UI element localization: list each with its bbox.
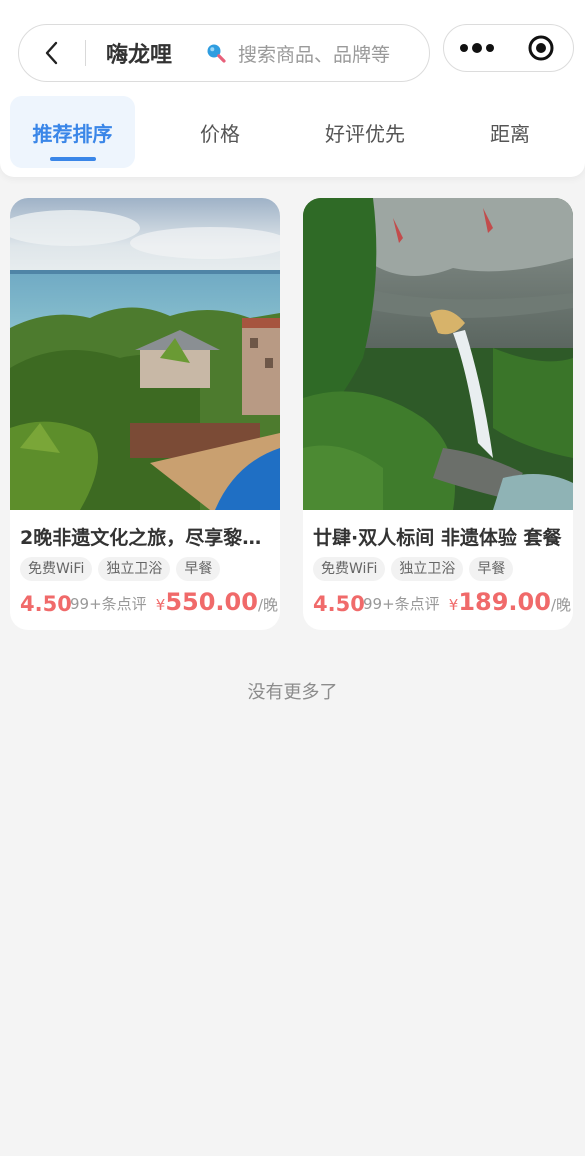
waterfall-photo xyxy=(303,198,573,510)
price-row: 4.50 99+条点评 ¥189.00/晚 xyxy=(313,588,571,618)
review-count: 99+条点评 xyxy=(363,595,440,613)
rating-score: 4.50 xyxy=(313,592,365,616)
tag-bathroom: 独立卫浴 xyxy=(98,557,171,581)
tag-breakfast: 早餐 xyxy=(469,557,514,581)
search-placeholder: 搜索商品、品牌等 xyxy=(238,43,391,66)
tab-distance[interactable]: 距离 xyxy=(450,96,570,168)
more-dots-icon xyxy=(459,44,468,52)
product-image-2[interactable] xyxy=(303,198,573,510)
page: 嗨龙哩 搜索商品、品牌等 推荐排序 价格 好评优先 距离 2晚非遗文化之旅，尽享… xyxy=(0,0,585,1156)
currency-symbol: ¥ xyxy=(448,596,459,614)
review-count: 99+条点评 xyxy=(70,595,147,613)
tag-breakfast: 早餐 xyxy=(176,557,221,581)
rating-score: 4.50 xyxy=(20,592,72,616)
tab-recommended[interactable]: 推荐排序 xyxy=(10,96,135,168)
price-amount: 550.00 xyxy=(165,588,258,616)
price-unit: /晚 xyxy=(550,596,571,614)
search-field[interactable]: 搜索商品、品牌等 xyxy=(206,40,390,67)
search-divider xyxy=(85,40,86,66)
price: ¥550.00/晚 xyxy=(156,588,278,616)
back-button[interactable] xyxy=(19,25,85,81)
product-image-1[interactable] xyxy=(10,198,280,510)
tab-price[interactable]: 价格 xyxy=(160,96,280,168)
price-unit: /晚 xyxy=(257,596,278,614)
product-card-1[interactable]: 2晚非遗文化之旅，尽享黎族风情 免费WiFi 独立卫浴 早餐 4.50 99+条… xyxy=(10,198,280,630)
product-card-2[interactable]: 廿肆·双人标间 非遗体验 套餐 免费WiFi 独立卫浴 早餐 4.50 99+条… xyxy=(303,198,573,630)
target-circle-icon xyxy=(528,35,554,61)
chevron-left-icon xyxy=(45,41,58,65)
sort-tabs: 推荐排序 价格 好评优先 距离 xyxy=(0,96,585,168)
currency-symbol: ¥ xyxy=(155,596,166,614)
more-dots-icon-mid xyxy=(471,43,482,53)
search-bar[interactable]: 嗨龙哩 搜索商品、品牌等 xyxy=(18,24,430,82)
price-amount: 189.00 xyxy=(458,588,551,616)
more-dots-icon-end xyxy=(485,44,494,52)
no-more-label: 没有更多了 xyxy=(247,682,338,703)
resort-photo xyxy=(10,198,280,510)
tag-wifi: 免费WiFi xyxy=(313,557,386,581)
product-title: 2晚非遗文化之旅，尽享黎族风情 xyxy=(20,527,272,549)
tag-wifi: 免费WiFi xyxy=(20,557,93,581)
tag-bathroom: 独立卫浴 xyxy=(391,557,464,581)
search-icon xyxy=(207,44,226,63)
price-row: 4.50 99+条点评 ¥550.00/晚 xyxy=(20,588,278,618)
location-title[interactable]: 嗨龙哩 xyxy=(106,37,188,69)
tag-list: 免费WiFi 独立卫浴 早餐 xyxy=(20,557,221,581)
miniprogram-capsule xyxy=(443,24,574,72)
product-title: 廿肆·双人标间 非遗体验 套餐 xyxy=(313,527,562,549)
close-button[interactable] xyxy=(510,25,574,71)
more-button[interactable] xyxy=(444,25,510,71)
price: ¥189.00/晚 xyxy=(449,588,571,616)
tag-list: 免费WiFi 独立卫浴 早餐 xyxy=(313,557,514,581)
tab-top-rated[interactable]: 好评优先 xyxy=(305,96,425,168)
top-header: 嗨龙哩 搜索商品、品牌等 推荐排序 价格 好评优先 距离 xyxy=(0,0,585,177)
